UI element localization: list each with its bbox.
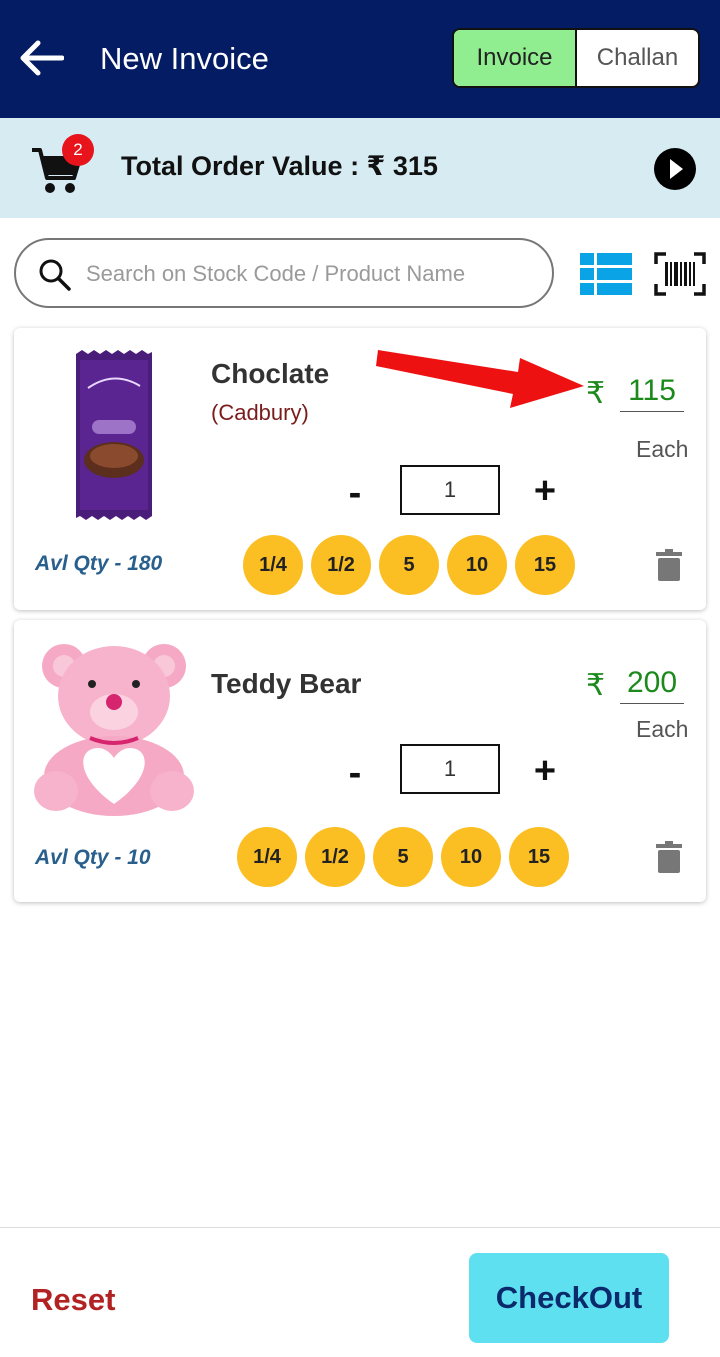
quick-qty-chip[interactable]: 1/4 <box>243 535 303 595</box>
back-arrow-icon[interactable] <box>18 38 65 78</box>
available-qty-label: Avl Qty - 180 <box>35 552 163 575</box>
increase-qty-button[interactable]: + <box>528 750 562 793</box>
list-view-icon[interactable] <box>580 252 632 296</box>
quick-qty-chip[interactable]: 10 <box>447 535 507 595</box>
reset-button[interactable]: Reset <box>31 1282 115 1318</box>
delete-trash-icon[interactable] <box>656 841 682 873</box>
annotation-arrow-icon <box>376 338 586 410</box>
quick-qty-chip[interactable]: 5 <box>373 827 433 887</box>
search-bar <box>14 238 554 308</box>
cart-count-badge: 2 <box>62 134 94 166</box>
quantity-input[interactable]: 1 <box>400 465 500 515</box>
tab-challan[interactable]: Challan <box>577 30 698 86</box>
product-card: Choclate (Cadbury) ₹ 115 Each - 1 + Avl … <box>14 328 706 610</box>
delete-trash-icon[interactable] <box>656 549 682 581</box>
app-header: New Invoice Invoice Challan <box>0 0 720 118</box>
teddy-bear-image <box>34 636 194 816</box>
app-root: New Invoice Invoice Challan 2 Total Orde… <box>0 0 720 1357</box>
tab-invoice[interactable]: Invoice <box>454 30 577 86</box>
quick-qty-chip[interactable]: 15 <box>515 535 575 595</box>
price-unit-label: Each <box>636 716 689 742</box>
quick-qty-chip[interactable]: 15 <box>509 827 569 887</box>
price-field[interactable]: 200 <box>620 666 684 704</box>
quick-qty-chip[interactable]: 1/4 <box>237 827 297 887</box>
product-brand: (Cadbury) <box>211 400 309 425</box>
available-qty-label: Avl Qty - 10 <box>35 846 151 869</box>
quick-qty-chip[interactable]: 10 <box>441 827 501 887</box>
price-field[interactable]: 115 <box>620 374 684 412</box>
quick-qty-chips: 1/4 1/2 5 10 15 <box>237 827 569 887</box>
price-unit-label: Each <box>636 436 689 462</box>
invoice-type-toggle: Invoice Challan <box>452 28 700 88</box>
quantity-input[interactable]: 1 <box>400 744 500 794</box>
product-name: Choclate <box>211 358 330 389</box>
search-icon <box>38 258 72 292</box>
quick-qty-chip[interactable]: 5 <box>379 535 439 595</box>
chocolate-bar-image <box>74 350 154 520</box>
currency-symbol: ₹ <box>586 377 606 410</box>
quick-qty-chips: 1/4 1/2 5 10 15 <box>243 535 575 595</box>
checkout-button[interactable]: CheckOut <box>469 1253 669 1343</box>
decrease-qty-button[interactable]: - <box>338 472 372 515</box>
page-title: New Invoice <box>100 41 269 76</box>
product-name: Teddy Bear <box>211 668 362 699</box>
increase-qty-button[interactable]: + <box>528 470 562 513</box>
decrease-qty-button[interactable]: - <box>338 752 372 795</box>
bottom-action-bar: Reset CheckOut <box>0 1227 720 1357</box>
proceed-play-icon[interactable] <box>654 148 696 190</box>
currency-symbol: ₹ <box>586 669 606 702</box>
order-summary-bar: 2 Total Order Value : ₹ 315 <box>0 118 720 218</box>
barcode-scan-icon[interactable] <box>654 252 706 296</box>
quick-qty-chip[interactable]: 1/2 <box>305 827 365 887</box>
product-card: Teddy Bear ₹ 200 Each - 1 + Avl Qty - 10… <box>14 620 706 902</box>
total-order-value: Total Order Value : ₹ 315 <box>121 151 438 181</box>
search-input[interactable] <box>86 254 526 294</box>
quick-qty-chip[interactable]: 1/2 <box>311 535 371 595</box>
